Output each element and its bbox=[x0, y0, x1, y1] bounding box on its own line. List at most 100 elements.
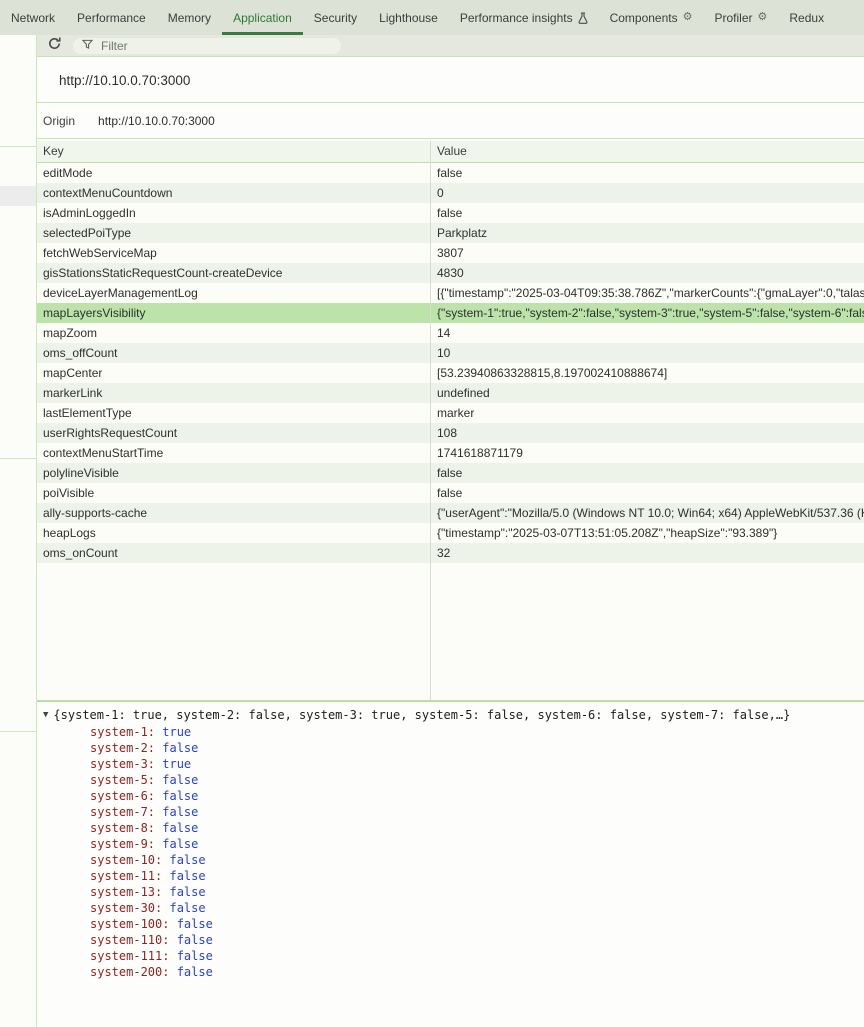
origin-label: Origin bbox=[43, 114, 75, 128]
row-value: false bbox=[430, 463, 864, 483]
row-key: deviceLayerManagementLog bbox=[37, 283, 430, 303]
table-row[interactable]: poiVisiblefalse bbox=[37, 483, 864, 503]
preview-entries: system-1: truesystem-2: falsesystem-3: t… bbox=[90, 724, 213, 980]
row-key: gisStationsStaticRequestCount-createDevi… bbox=[37, 263, 430, 283]
tab-application[interactable]: Application bbox=[222, 0, 303, 35]
row-value: [{"timestamp":"2025-03-04T09:35:38.786Z"… bbox=[430, 283, 864, 303]
table-row[interactable]: mapLayersVisibility{"system-1":true,"sys… bbox=[37, 303, 864, 323]
preview-entry: system-1: true bbox=[90, 724, 213, 740]
preview-entry: system-9: false bbox=[90, 836, 213, 852]
tab-label: Redux bbox=[789, 11, 824, 25]
row-value: [53.23940863328815,8.197002410888674] bbox=[430, 363, 864, 383]
table-row[interactable]: markerLinkundefined bbox=[37, 383, 864, 403]
preview-entry-key: system-3: bbox=[90, 757, 162, 771]
gear-icon: ⚙ bbox=[683, 12, 693, 23]
table-row[interactable]: ally-supports-cache{"userAgent":"Mozilla… bbox=[37, 503, 864, 523]
table-row[interactable]: editModefalse bbox=[37, 163, 864, 183]
preview-entry-key: system-111: bbox=[90, 949, 177, 963]
tab-profiler[interactable]: Profiler⚙ bbox=[704, 0, 779, 35]
row-key: contextMenuCountdown bbox=[37, 183, 430, 203]
column-header-key[interactable]: Key bbox=[37, 141, 430, 162]
refresh-button[interactable] bbox=[45, 37, 63, 55]
sidebar-divider bbox=[0, 458, 36, 459]
row-key: markerLink bbox=[37, 383, 430, 403]
table-row[interactable]: isAdminLoggedInfalse bbox=[37, 203, 864, 223]
preview-entry-value: false bbox=[177, 965, 213, 979]
tab-performance-insights[interactable]: Performance insights bbox=[449, 0, 599, 35]
row-key: heapLogs bbox=[37, 523, 430, 543]
preview-entry-key: system-100: bbox=[90, 917, 177, 931]
preview-entry: system-3: true bbox=[90, 756, 213, 772]
row-value: {"userAgent":"Mozilla/5.0 (Windows NT 10… bbox=[430, 503, 864, 523]
tab-redux[interactable]: Redux bbox=[778, 0, 835, 35]
row-value: 108 bbox=[430, 423, 864, 443]
preview-entry-value: false bbox=[162, 821, 198, 835]
preview-summary: {system-1: true, system-2: false, system… bbox=[53, 708, 790, 723]
row-value: undefined bbox=[430, 383, 864, 403]
preview-summary-row: ▼ {system-1: true, system-2: false, syst… bbox=[43, 708, 790, 723]
preview-entry: system-5: false bbox=[90, 772, 213, 788]
preview-entry: system-30: false bbox=[90, 900, 213, 916]
preview-entry-key: system-1: bbox=[90, 725, 162, 739]
filter-input[interactable] bbox=[99, 38, 332, 54]
preview-entry: system-10: false bbox=[90, 852, 213, 868]
preview-entry: system-11: false bbox=[90, 868, 213, 884]
row-key: mapCenter bbox=[37, 363, 430, 383]
row-value: 4830 bbox=[430, 263, 864, 283]
table-row[interactable]: heapLogs{"timestamp":"2025-03-07T13:51:0… bbox=[37, 523, 864, 543]
preview-entry-value: false bbox=[177, 933, 213, 947]
row-key: fetchWebServiceMap bbox=[37, 243, 430, 263]
row-key: editMode bbox=[37, 163, 430, 183]
tab-performance[interactable]: Performance bbox=[66, 0, 157, 35]
row-key: mapZoom bbox=[37, 323, 430, 343]
row-value: 32 bbox=[430, 543, 864, 563]
origin-value: http://10.10.0.70:3000 bbox=[98, 114, 215, 128]
sidebar-divider bbox=[0, 731, 36, 732]
row-value: false bbox=[430, 483, 864, 503]
table-row[interactable]: contextMenuCountdown0 bbox=[37, 183, 864, 203]
table-row[interactable]: mapZoom14 bbox=[37, 323, 864, 343]
preview-entry: system-6: false bbox=[90, 788, 213, 804]
table-row[interactable]: deviceLayerManagementLog[{"timestamp":"2… bbox=[37, 283, 864, 303]
table-row[interactable]: polylineVisiblefalse bbox=[37, 463, 864, 483]
row-value: 3807 bbox=[430, 243, 864, 263]
devtools-tabbar: Network Performance MemoryApplication Secur… bbox=[0, 0, 864, 35]
row-key: selectedPoiType bbox=[37, 223, 430, 243]
sidebar-selected-item[interactable] bbox=[0, 186, 36, 206]
preview-entry-key: system-30: bbox=[90, 901, 169, 915]
tab-label: Security bbox=[314, 11, 357, 25]
preview-entry-value: false bbox=[162, 773, 198, 787]
tab-lighthouse[interactable]: Lighthouse bbox=[368, 0, 449, 35]
collapse-triangle-icon[interactable]: ▼ bbox=[43, 708, 48, 723]
row-key: contextMenuStartTime bbox=[37, 443, 430, 463]
preview-entry-value: false bbox=[177, 949, 213, 963]
row-key: oms_onCount bbox=[37, 543, 430, 563]
table-row[interactable]: mapCenter[53.23940863328815,8.1970024108… bbox=[37, 363, 864, 383]
row-key: poiVisible bbox=[37, 483, 430, 503]
table-row[interactable]: oms_onCount32 bbox=[37, 543, 864, 563]
storage-url-row: http://10.10.0.70:3000 bbox=[37, 58, 864, 103]
preview-entry-value: false bbox=[169, 885, 205, 899]
tab-network[interactable]: Network bbox=[0, 0, 66, 35]
table-row[interactable]: contextMenuStartTime1741618871179 bbox=[37, 443, 864, 463]
preview-entry: system-200: false bbox=[90, 964, 213, 980]
table-row[interactable]: oms_offCount10 bbox=[37, 343, 864, 363]
tab-label: Network bbox=[11, 11, 55, 25]
storage-url-title: http://10.10.0.70:3000 bbox=[59, 73, 190, 88]
table-row[interactable]: lastElementTypemarker bbox=[37, 403, 864, 423]
tab-security[interactable]: Security bbox=[303, 0, 368, 35]
preview-entry-value: true bbox=[162, 757, 191, 771]
preview-entry: system-110: false bbox=[90, 932, 213, 948]
tab-label: Performance bbox=[77, 11, 146, 25]
table-row[interactable]: fetchWebServiceMap3807 bbox=[37, 243, 864, 263]
preview-entry-value: false bbox=[169, 853, 205, 867]
preview-entry-key: system-200: bbox=[90, 965, 177, 979]
tab-memory[interactable]: Memory bbox=[157, 0, 222, 35]
column-divider[interactable] bbox=[430, 141, 431, 700]
table-row[interactable]: userRightsRequestCount108 bbox=[37, 423, 864, 443]
tab-components[interactable]: Components⚙ bbox=[599, 0, 704, 35]
table-row[interactable]: gisStationsStaticRequestCount-createDevi… bbox=[37, 263, 864, 283]
preview-entry-key: system-8: bbox=[90, 821, 162, 835]
column-header-value[interactable]: Value bbox=[430, 141, 864, 162]
table-row[interactable]: selectedPoiTypeParkplatz bbox=[37, 223, 864, 243]
